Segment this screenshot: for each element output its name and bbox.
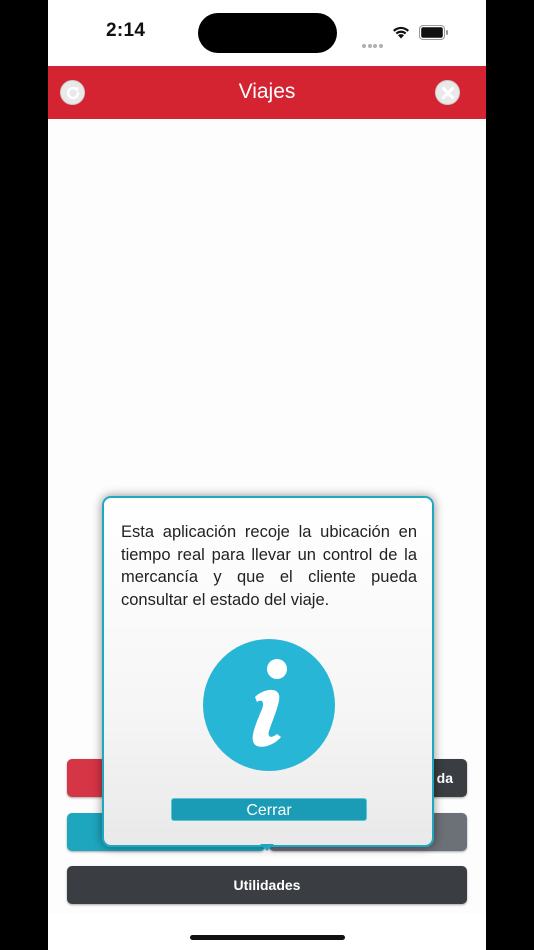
home-indicator <box>190 935 345 940</box>
close-button[interactable] <box>435 80 460 105</box>
cellular-signal-icon <box>362 35 384 53</box>
utilidades-label: Utilidades <box>233 877 301 893</box>
action-button-label: da <box>436 770 453 786</box>
dialog-close-button[interactable]: Cerrar <box>171 798 367 821</box>
status-time: 2:14 <box>106 20 146 41</box>
dialog-message: Esta aplicación recoje la ubicación en t… <box>121 523 417 609</box>
app-screen: 2:14 Viajes da Utilidades Esta aplicació… <box>48 0 486 950</box>
page-title: Viajes <box>238 80 296 103</box>
wifi-icon <box>393 26 409 39</box>
app-header: Viajes <box>48 66 486 119</box>
battery-icon <box>419 25 448 40</box>
utilidades-button[interactable]: Utilidades <box>67 866 467 904</box>
info-dialog: Esta aplicación recoje la ubicación en t… <box>102 496 434 847</box>
close-icon <box>441 86 454 99</box>
dialog-pointer <box>260 844 274 851</box>
status-bar: 2:14 <box>48 0 486 66</box>
info-icon <box>203 639 335 771</box>
dynamic-island <box>198 13 337 53</box>
